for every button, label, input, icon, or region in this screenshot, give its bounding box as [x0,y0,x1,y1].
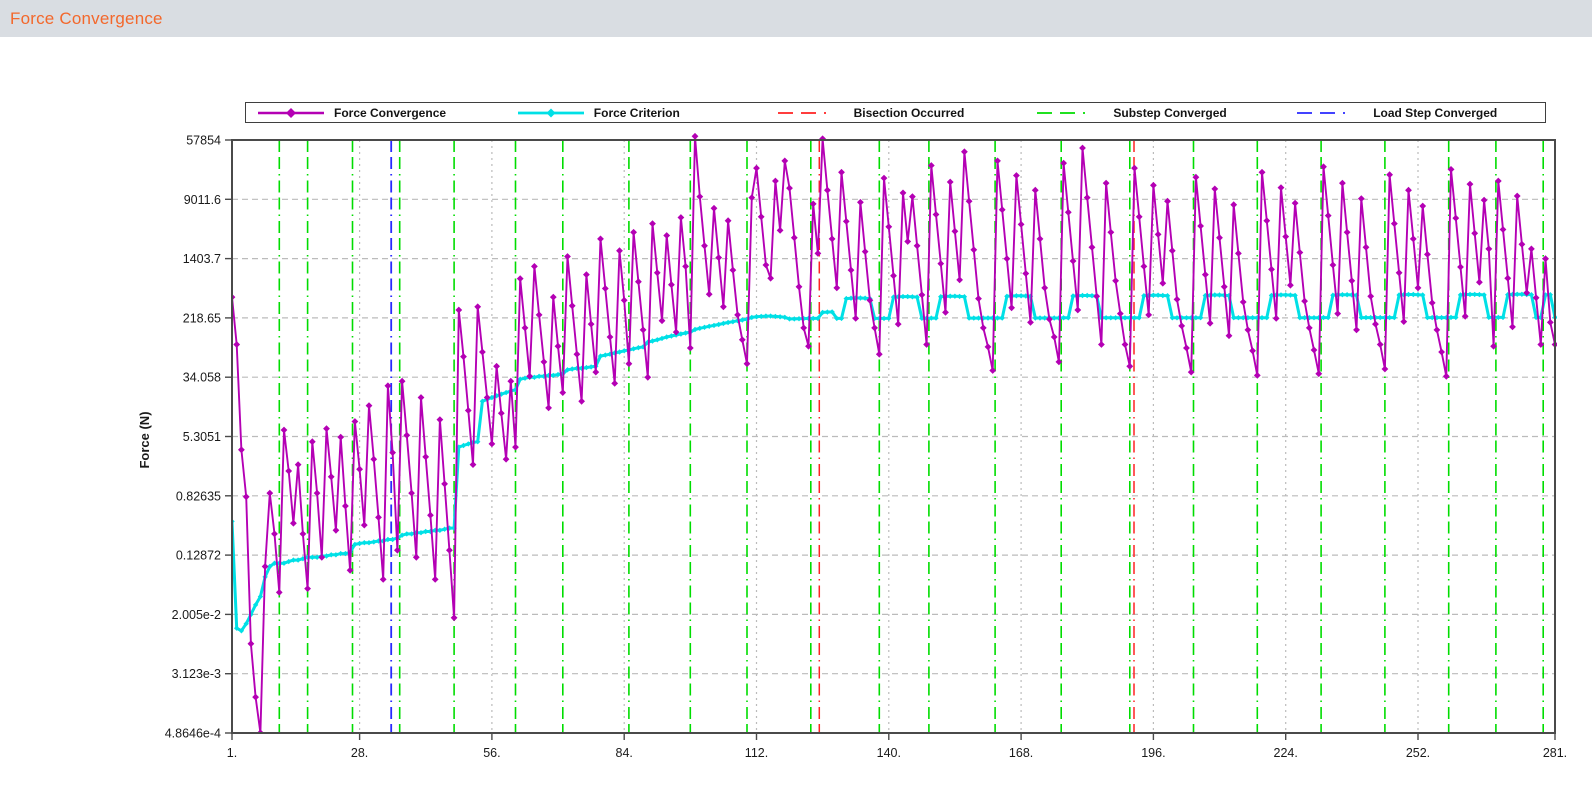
svg-text:252.: 252. [1406,746,1430,760]
svg-text:Force (N): Force (N) [137,411,152,468]
legend-label: Load Step Converged [1373,105,1498,120]
page-title: Force Convergence [10,8,163,28]
svg-text:1403.7: 1403.7 [183,252,221,266]
force-convergence-view: { "header": { "title": "Force Convergenc… [0,0,1592,786]
axes: 57854 9011.6 1403.7 218.65 34.058 5.3051 0.826… [137,134,1567,761]
svg-text:196.: 196. [1141,746,1165,760]
substep-converged-line-icon [1037,111,1104,114]
svg-text:57854: 57854 [186,134,221,148]
force-convergence-line-icon [258,107,324,118]
svg-text:34.058: 34.058 [183,371,221,385]
svg-text:0.12872: 0.12872 [176,549,221,563]
svg-text:2.005e-2: 2.005e-2 [172,608,221,622]
legend-item-force-criterion: Force Criterion [506,106,766,120]
svg-text:224.: 224. [1274,746,1298,760]
svg-text:112.: 112. [745,746,768,760]
svg-text:281.: 281. [1543,746,1567,760]
legend-item-bisection-occurred: Bisection Occurred [766,106,1026,120]
force-criterion-series [231,291,1557,634]
legend-label: Substep Converged [1113,105,1227,120]
svg-text:168.: 168. [1009,746,1033,760]
force-convergence-series [231,132,1557,734]
legend-item-substep-converged: Substep Converged [1025,106,1285,120]
load-step-converged-line-icon [1297,111,1364,114]
svg-text:3.123e-3: 3.123e-3 [172,667,221,681]
svg-text:140.: 140. [877,746,901,760]
bisection-line-icon [777,111,844,114]
svg-text:84.: 84. [616,746,633,760]
chart-legend: Force Convergence Force Criterion Bisect… [245,102,1546,123]
force-criterion-line-icon [517,108,584,117]
legend-label: Force Convergence [334,105,447,120]
gridlines [232,140,1555,733]
svg-text:9011.6: 9011.6 [184,193,221,207]
svg-text:28.: 28. [351,746,368,760]
svg-text:0.82635: 0.82635 [176,489,221,503]
svg-text:4.8646e-4: 4.8646e-4 [165,727,221,741]
legend-label: Bisection Occurred [853,105,965,120]
legend-item-force-convergence: Force Convergence [246,106,506,120]
svg-text:56.: 56. [483,746,500,760]
chart-titlebar: Force Convergence [0,0,1592,37]
svg-text:1.: 1. [227,746,237,760]
legend-label: Force Criterion [593,105,680,120]
svg-text:5.3051: 5.3051 [183,430,221,444]
svg-text:218.65: 218.65 [183,311,221,325]
legend-item-load-step-converged: Load Step Converged [1285,106,1545,120]
